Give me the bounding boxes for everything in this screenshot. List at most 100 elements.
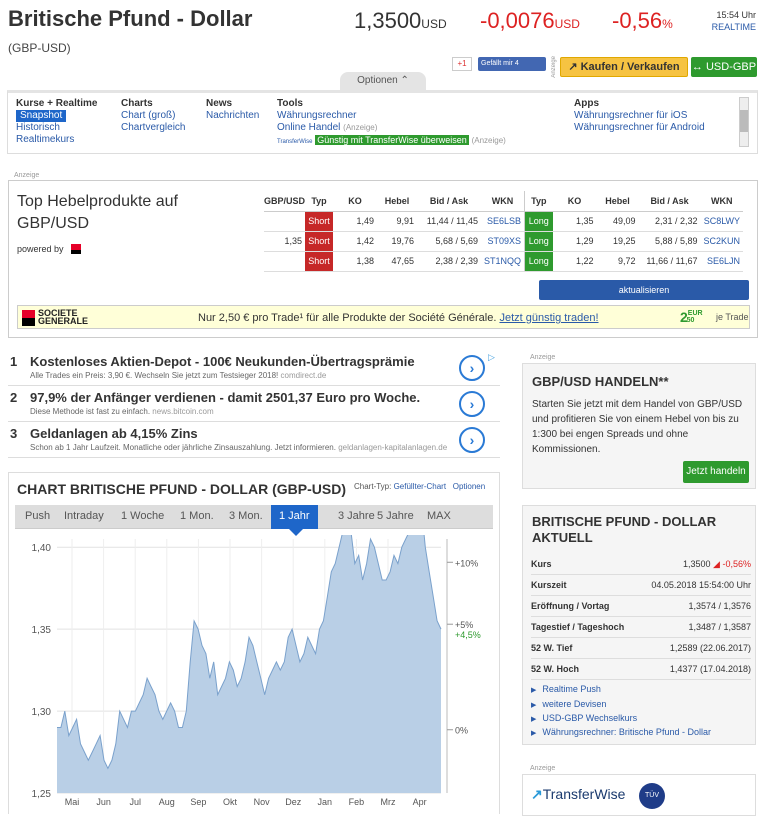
nav-col-kurse: Kurse + Realtime Snapshot Historisch Rea… [16,98,97,146]
cell-wkn2[interactable]: SE6LJN [700,251,744,272]
x-tick-label: Jul [129,797,141,807]
nav-snapshot[interactable]: Snapshot [16,110,67,122]
sg-text: Nur 2,50 € pro Trade¹ für alle Produkte … [198,312,599,324]
nav-online-handel[interactable]: Online Handel [277,122,340,133]
range-tab[interactable]: 5 Jahre [377,510,414,522]
transferwise-badge[interactable]: Günstig mit TransferWise überweisen [315,135,469,145]
cell-typ1[interactable]: Short [305,211,334,232]
chart-type-select[interactable]: Gefüllter-Chart [394,482,446,491]
x-tick-label: Jan [318,797,333,807]
range-tab[interactable]: Push [25,510,50,522]
chevron-right-icon[interactable]: › [459,355,485,381]
range-tab[interactable]: 1 Mon. [180,510,214,522]
cell-ko1: 1,42 [333,231,378,252]
transferwise-ad[interactable]: ↗TransferWise TÜV [522,774,756,816]
facebook-like-button[interactable]: Gefällt mir 4 [478,57,546,71]
nav-realtimekurs[interactable]: Realtimekurs [16,134,97,146]
update-button[interactable]: aktualisieren [539,280,749,300]
sg-banner[interactable]: SOCIETE GENERALE Nur 2,50 € pro Trade¹ fü… [17,305,750,329]
th-wkn: WKN [481,191,525,212]
chevron-right-icon[interactable]: › [459,391,485,417]
cell-typ1[interactable]: Short [305,231,334,252]
nav-historisch[interactable]: Historisch [16,122,97,134]
nav-col-charts: Charts Chart (groß) Chartvergleich [121,98,185,134]
gplus-button[interactable]: +1 [452,57,472,71]
cell-ba1: 11,44 / 11,45 [417,211,482,232]
hebel-title: Top Hebelprodukte auf GBP/USD [17,193,178,232]
nav-app-android[interactable]: Währungsrechner für Android [574,122,705,134]
range-tab[interactable]: 1 Woche [121,510,164,522]
cell-ba1: 2,38 / 2,39 [417,251,482,272]
range-tab[interactable]: 3 Jahre [338,510,375,522]
cell-wkn2[interactable]: SC2KUN [700,231,744,252]
cell-wkn2[interactable]: SC8LWY [700,211,744,232]
hebel-row[interactable]: 1,35 Short 1,42 19,76 5,68 / 5,69 ST09XS Long 1… [264,231,744,252]
nav-nachrichten[interactable]: Nachrichten [206,110,259,122]
jetzt-handeln-button[interactable]: Jetzt handeln [683,461,749,483]
cell-typ2[interactable]: Long [524,251,553,272]
cell-wkn1[interactable]: ST09XS [481,231,525,252]
buy-sell-button[interactable]: ↗ Kaufen / Verkaufen [560,57,688,77]
nav-waehrungsrechner[interactable]: Währungsrechner [277,110,506,122]
transferwise-mini-logo: TransferWise [277,139,313,145]
cell-ko2: 1,22 [552,251,597,272]
chevron-right-icon[interactable]: › [459,427,485,453]
nav-chart-gross[interactable]: Chart (groß) [121,110,185,122]
nav-head-apps: Apps [574,98,599,109]
kurs-row: Kurs 1,3500 ◢ -0,56% [531,554,751,575]
link-realtime-push[interactable]: Realtime Push [531,684,601,694]
th-wkn-2: WKN [700,191,744,212]
anzeige-label: Anzeige [551,56,557,78]
range-tab[interactable]: 3 Mon. [229,510,263,522]
ad-item[interactable]: 1 Kostenloses Aktien-Depot - 100€ Neukund… [8,350,500,386]
nav-col-tools: Tools Währungsrechner Online Handel (Anz… [277,98,506,148]
aktuell-title: BRITISCHE PFUND - DOLLAR AKTUELL [532,514,717,545]
options-tab[interactable]: Optionen ⌃ [340,72,426,90]
sg-mini-logo [71,244,81,254]
x-tick-label: Okt [223,797,238,807]
range-tabs: Push Intraday 1 Woche 1 Mon. 3 Mon. 1 Jahr 3 J… [15,505,493,529]
ad-item[interactable]: 2 97,9% der Anfänger verdienen - damit 25… [8,386,500,422]
cell-ba2: 2,31 / 2,32 [638,211,701,232]
price-chart[interactable]: 1,40 1,35 1,30 1,25 Mai Jun Jul Aug Sep Okt Nov Dez… [9,535,499,815]
handeln-text: Starten Sie jetzt mit dem Handel von GBP… [532,399,743,455]
x-tick-label: Mai [65,797,80,807]
page-subtitle: (GBP-USD) [8,41,71,55]
cell-typ2[interactable]: Long [524,211,553,232]
nav-head-tools: Tools [277,98,303,109]
link-usd-gbp[interactable]: USD-GBP Wechselkurs [531,713,637,723]
y-tick-label: 1,40 [32,543,52,554]
52w-hoch-row: 52 W. Hoch 1,4377 (17.04.2018) [531,659,751,680]
52w-tief-row: 52 W. Tief 1,2589 (22.06.2017) [531,638,751,659]
cell-wkn1[interactable]: ST1NQQ [481,251,525,272]
usd-gbp-button[interactable]: ↔ USD-GBP [691,57,757,77]
sg-price: 2EUR50 [680,309,703,325]
cell-ba2: 5,88 / 5,89 [638,231,701,252]
chart-up-icon: ↗ [568,61,581,73]
sg-link[interactable]: Jetzt günstig traden! [499,312,598,324]
link-waehrungsrechner[interactable]: Währungsrechner: Britische Pfund - Dolla… [531,727,711,737]
tw-anzeige: Anzeige [530,765,556,772]
hebel-row[interactable]: Short 1,38 47,65 2,38 / 2,39 ST1NQQ Long 1,22 9… [264,251,744,272]
current-price: 1,3500USD [354,8,447,33]
cell-h1: 47,65 [377,251,418,272]
range-tab[interactable]: 1 Jahr [271,505,318,529]
th-ko: KO [333,191,378,212]
cell-typ1[interactable]: Short [305,251,334,272]
cell-typ2[interactable]: Long [524,231,553,252]
nav-chartvergleich[interactable]: Chartvergleich [121,122,185,134]
link-weitere-devisen[interactable]: weitere Devisen [531,699,606,709]
ad-item[interactable]: 3 Geldanlagen ab 4,15% Zins Schon ab 1 Ja… [8,422,500,458]
cell-wkn1[interactable]: SE6LSB [481,211,525,232]
hebel-row[interactable]: Short 1,49 9,91 11,44 / 11,45 SE6LSB Long 1,35… [264,211,744,232]
nav-app-ios[interactable]: Währungsrechner für iOS [574,110,705,122]
sg-logo: SOCIETE GENERALE [22,309,122,327]
scrollbar-thumb[interactable] [740,110,748,132]
handeln-anzeige: Anzeige [530,354,556,361]
nav-scrollbar[interactable] [739,97,749,147]
range-tab[interactable]: Intraday [64,510,104,522]
cell-ko1: 1,38 [333,251,378,272]
range-tab[interactable]: MAX [427,510,451,522]
chart-options[interactable]: Optionen [453,482,485,491]
eroeffnung-row: Eröffnung / Vortag 1,3574 / 1,3576 [531,596,751,617]
